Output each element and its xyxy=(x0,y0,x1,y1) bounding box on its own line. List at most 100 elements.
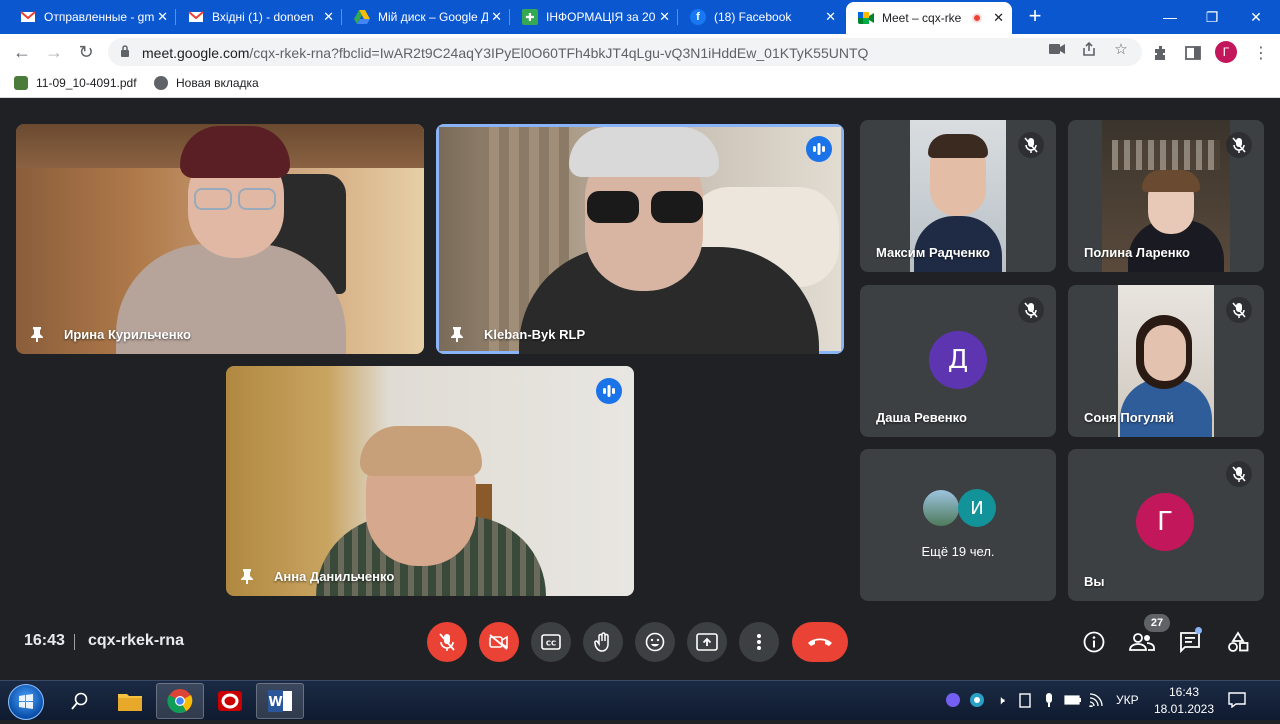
taskbar-time: 16:43 xyxy=(1168,685,1200,699)
participant-tile[interactable]: Полина Ларенко xyxy=(1068,120,1264,272)
camera-off-icon xyxy=(489,634,508,650)
activities-button[interactable] xyxy=(1224,628,1252,656)
hand-icon xyxy=(594,632,609,652)
participant-tile[interactable]: Максим Радченко xyxy=(860,120,1056,272)
close-icon[interactable]: ✕ xyxy=(825,9,836,25)
participant-tile[interactable]: Соня Погуляй xyxy=(1068,285,1264,437)
participant-video xyxy=(16,124,424,354)
participant-name: Ирина Курильченко xyxy=(64,327,191,342)
bookmark-pdf[interactable]: 11-09_10-4091.pdf xyxy=(14,76,137,90)
participant-name: Даша Ревенко xyxy=(876,410,967,425)
close-window-button[interactable]: ✕ xyxy=(1234,0,1278,34)
more-participants-tile[interactable]: И Ещё 19 чел. xyxy=(860,449,1056,601)
participant-tile[interactable]: Kleban-Byk RLP xyxy=(436,124,844,354)
url-path: /cqx-rkek-rna?fbclid=IwAR2t9C24aqY3IPyEl… xyxy=(249,45,869,61)
profile-avatar[interactable]: Г xyxy=(1215,41,1237,63)
avatar: Д xyxy=(929,331,987,389)
close-icon[interactable]: ✕ xyxy=(323,9,334,25)
taskbar-clock[interactable]: 16:43 18.01.2023 xyxy=(1148,684,1220,718)
pin-icon xyxy=(31,327,43,342)
participant-name: Вы xyxy=(1084,574,1105,589)
opera-taskbar-button[interactable] xyxy=(206,683,254,719)
participant-video xyxy=(439,127,841,354)
gmail-icon xyxy=(20,9,36,25)
more-vert-icon xyxy=(757,634,761,650)
camera-toggle-button[interactable] xyxy=(479,622,519,662)
mic-off-icon xyxy=(1226,297,1252,323)
tab-inbox[interactable]: Вхідні (1) - donoen ✕ xyxy=(176,0,342,34)
participant-tile[interactable]: Д Даша Ревенко xyxy=(860,285,1056,437)
lock-icon xyxy=(121,45,129,57)
share-icon[interactable] xyxy=(1080,40,1098,58)
new-tab-button[interactable]: + xyxy=(1024,5,1046,27)
present-screen-button[interactable] xyxy=(687,622,727,662)
windows-taskbar: W 🕨 УКР 16:43 18.01.2023 xyxy=(0,680,1280,720)
meeting-clock: 16:43 xyxy=(24,632,65,649)
meet-stage: Ирина Курильченко Kleban-Byk RLP Анна Да… xyxy=(0,103,1280,680)
microphone-toggle-button[interactable] xyxy=(427,622,467,662)
speaker-tray-icon[interactable]: 🕨 xyxy=(992,691,1010,709)
microphone-tray-icon[interactable] xyxy=(1040,691,1058,709)
cross-icon: ✚ xyxy=(522,9,538,25)
people-button[interactable] xyxy=(1128,628,1156,656)
participant-tile[interactable]: Ирина Курильченко xyxy=(16,124,424,354)
reload-button[interactable]: ↻ xyxy=(74,40,98,64)
mic-off-icon xyxy=(1018,132,1044,158)
pin-icon xyxy=(451,327,463,342)
globe-icon xyxy=(154,76,168,90)
file-explorer-taskbar-button[interactable] xyxy=(106,683,154,719)
raise-hand-button[interactable] xyxy=(583,622,623,662)
close-icon[interactable]: ✕ xyxy=(157,9,168,25)
viber-tray-icon[interactable] xyxy=(944,691,962,709)
captions-button[interactable]: CC xyxy=(531,622,571,662)
reactions-button[interactable] xyxy=(635,622,675,662)
pdf-icon xyxy=(14,76,28,90)
clipboard-tray-icon[interactable] xyxy=(1016,691,1034,709)
close-icon[interactable]: ✕ xyxy=(659,9,670,25)
meeting-details-button[interactable] xyxy=(1080,628,1108,656)
activities-shapes-icon xyxy=(1228,631,1249,652)
search-button[interactable] xyxy=(56,683,104,719)
extensions-icon[interactable] xyxy=(1150,42,1172,64)
more-options-button[interactable] xyxy=(739,622,779,662)
bookmarks-bar: 11-09_10-4091.pdf Новая вкладка xyxy=(0,70,1280,98)
address-bar[interactable]: meet.google.com/cqx-rkek-rna?fbclid=IwAR… xyxy=(108,38,1142,66)
closed-captions-icon: CC xyxy=(541,634,561,650)
camera-in-use-icon[interactable] xyxy=(1048,40,1066,58)
meeting-code: cqx-rkek-rna xyxy=(88,632,185,649)
minimize-button[interactable]: — xyxy=(1148,0,1192,34)
leave-call-button[interactable] xyxy=(792,622,848,662)
bookmark-new-tab[interactable]: Новая вкладка xyxy=(154,76,259,90)
start-button[interactable] xyxy=(8,684,44,720)
speaking-indicator-icon xyxy=(596,378,622,404)
svg-text:CC: CC xyxy=(546,640,556,648)
tab-facebook[interactable]: f (18) Facebook ✕ xyxy=(678,0,844,34)
word-taskbar-button[interactable]: W xyxy=(256,683,304,719)
tab-information[interactable]: ✚ ІНФОРМАЦІЯ за 20 ✕ xyxy=(510,0,678,34)
participant-count-badge: 27 xyxy=(1144,614,1170,632)
wifi-tray-icon[interactable] xyxy=(1088,691,1106,709)
notifications-tray-icon[interactable] xyxy=(1228,691,1246,709)
info-icon xyxy=(1083,631,1105,653)
restore-button[interactable]: ❐ xyxy=(1190,0,1234,34)
windows-logo-icon xyxy=(19,694,33,709)
app-tray-icon[interactable] xyxy=(968,691,986,709)
battery-tray-icon[interactable] xyxy=(1064,691,1082,709)
tab-google-drive[interactable]: Мій диск – Google Д ✕ xyxy=(342,0,510,34)
back-button[interactable]: ← xyxy=(10,40,34,64)
bookmark-star-icon[interactable]: ☆ xyxy=(1112,40,1130,58)
tab-google-meet[interactable]: Meet – cqx-rke ✕ xyxy=(846,2,1012,34)
keyboard-language-indicator[interactable]: УКР xyxy=(1116,693,1139,707)
self-tile[interactable]: Г Вы xyxy=(1068,449,1264,601)
participant-tile[interactable]: Анна Данильченко xyxy=(226,366,634,596)
menu-kebab-icon[interactable]: ⋮ xyxy=(1250,42,1272,64)
side-panel-icon[interactable] xyxy=(1182,42,1204,64)
close-icon[interactable]: ✕ xyxy=(491,9,502,25)
participant-name: Соня Погуляй xyxy=(1084,410,1174,425)
close-icon[interactable]: ✕ xyxy=(993,10,1004,26)
forward-button[interactable]: → xyxy=(42,40,66,64)
participant-name: Полина Ларенко xyxy=(1084,245,1190,260)
chrome-taskbar-button[interactable] xyxy=(156,683,204,719)
tab-sent-mail[interactable]: Отправленные - gm ✕ xyxy=(8,0,176,34)
pin-icon xyxy=(241,569,253,584)
